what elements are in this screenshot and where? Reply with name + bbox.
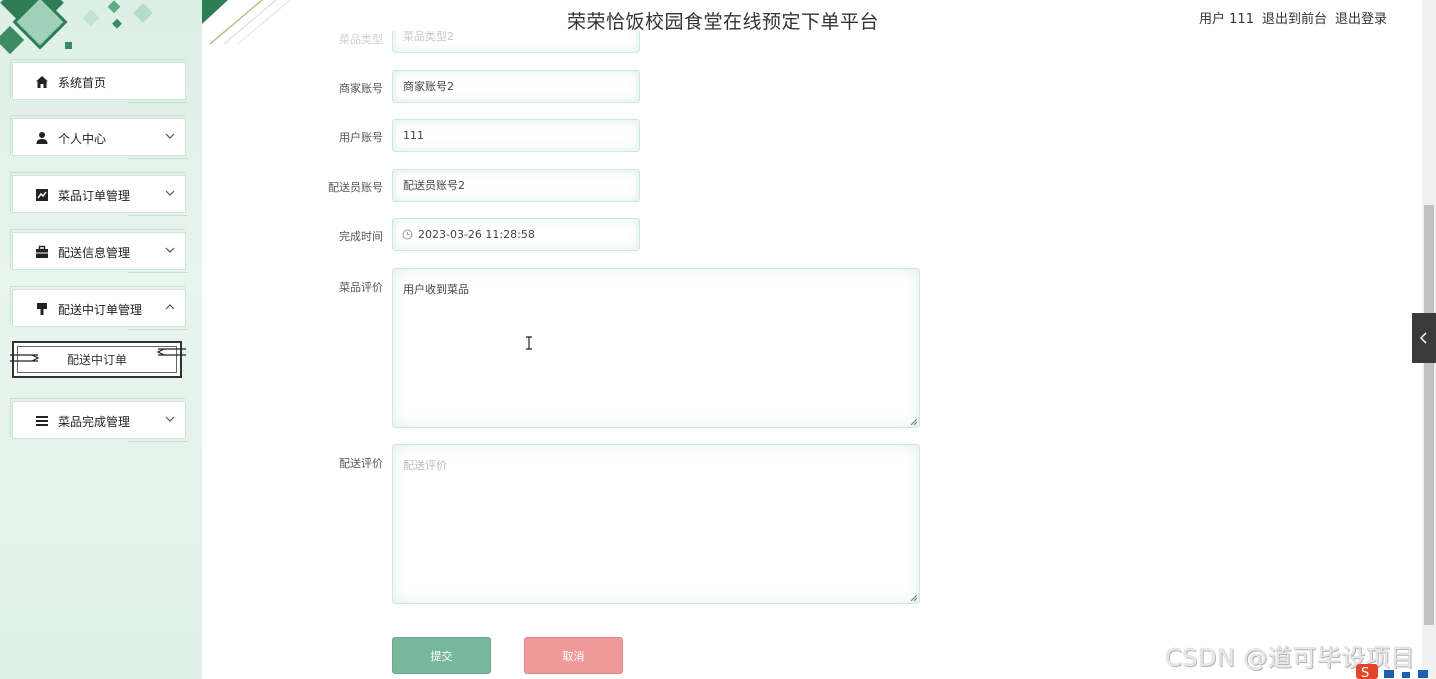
dish-type-label: 菜品类型 xyxy=(339,33,383,46)
sidebar-item-dish-orders[interactable]: 菜品订单管理 xyxy=(10,172,188,216)
page-title: 荣荣恰饭校园食堂在线预定下单平台 xyxy=(567,11,880,33)
chevron-up-icon xyxy=(165,304,175,310)
courier-label: 配送员账号 xyxy=(328,181,383,194)
sidebar-item-home[interactable]: 系统首页 xyxy=(10,59,188,103)
arrow-left-icon xyxy=(156,348,186,356)
dish-review-value: 用户收到菜品 xyxy=(403,283,469,296)
dish-type-value: 菜品类型2 xyxy=(403,30,454,43)
sidebar-subitem-delivering-orders[interactable]: 配送中订单 xyxy=(10,341,186,378)
chevron-down-icon xyxy=(165,416,175,422)
sidebar-item-label: 菜品订单管理 xyxy=(58,189,131,203)
sidebar-item-label: 配送信息管理 xyxy=(58,246,131,260)
dish-review-label: 菜品评价 xyxy=(339,281,383,294)
text-cursor-icon xyxy=(526,336,532,350)
scrollbar-thumb[interactable] xyxy=(1424,205,1434,625)
sidebar-item-label: 个人中心 xyxy=(58,132,107,146)
svg-text:S: S xyxy=(1361,666,1369,679)
sidebar-item-profile[interactable]: 个人中心 xyxy=(10,115,188,159)
logout-link[interactable]: 退出登录 xyxy=(1335,8,1387,27)
delivery-review-label: 配送评价 xyxy=(339,457,383,470)
sidebar-subitem-label: 配送中订单 xyxy=(66,353,127,367)
user-account-label: 用户账号 xyxy=(339,131,383,144)
user-label: 用户 111 xyxy=(1199,12,1254,27)
sidebar-item-label: 配送中订单管理 xyxy=(58,303,143,317)
clock-icon xyxy=(402,229,413,240)
merchant-field[interactable]: 商家账号2 xyxy=(392,70,640,103)
user-account-value: 111 xyxy=(403,129,424,142)
arrow-right-icon xyxy=(10,354,40,362)
sidebar-item-label: 菜品完成管理 xyxy=(58,415,131,429)
input-method-icon: S xyxy=(1356,664,1428,679)
header-user-area: 用户 111 退出到前台 退出登录 xyxy=(1199,8,1387,27)
cancel-button[interactable]: 取消 xyxy=(524,637,623,674)
finish-time-label: 完成时间 xyxy=(339,230,383,243)
courier-field[interactable]: 配送员账号2 xyxy=(392,169,640,202)
sidebar-item-dish-complete[interactable]: 菜品完成管理 xyxy=(10,398,188,442)
collapse-side-tab[interactable] xyxy=(1412,313,1436,363)
sidebar-item-delivery-info[interactable]: 配送信息管理 xyxy=(10,229,188,273)
user-account-field[interactable]: 111 xyxy=(392,119,640,152)
merchant-label: 商家账号 xyxy=(339,82,383,95)
exit-to-front-link[interactable]: 退出到前台 xyxy=(1262,8,1327,27)
sidebar: 系统首页 个人中心 菜品订单管理 配送信息管理 配送中订单管理 配送中订单 菜品… xyxy=(0,0,202,679)
resize-handle-icon[interactable] xyxy=(910,594,917,601)
stamp-icon xyxy=(37,303,47,315)
finish-time-value: 2023-03-26 11:28:58 xyxy=(418,228,535,241)
finish-time-field[interactable]: 2023-03-26 11:28:58 xyxy=(392,218,640,251)
user-icon xyxy=(36,132,48,144)
list-icon xyxy=(36,416,48,426)
sidebar-item-label: 系统首页 xyxy=(58,76,107,90)
courier-value: 配送员账号2 xyxy=(403,179,465,192)
delivery-review-placeholder: 配送评价 xyxy=(403,459,447,472)
chevron-left-icon xyxy=(1419,332,1427,344)
chevron-down-icon xyxy=(165,190,175,196)
delivery-review-textarea[interactable]: 配送评价 xyxy=(392,444,920,604)
dish-review-textarea[interactable]: 用户收到菜品 xyxy=(392,268,920,428)
sidebar-decoration xyxy=(0,0,153,55)
chevron-down-icon xyxy=(165,133,175,139)
submit-button[interactable]: 提交 xyxy=(392,637,491,674)
home-icon xyxy=(36,76,48,88)
sidebar-item-delivering-orders[interactable]: 配送中订单管理 xyxy=(10,286,188,330)
chart-icon xyxy=(36,189,48,201)
resize-handle-icon[interactable] xyxy=(910,418,917,425)
merchant-value: 商家账号2 xyxy=(403,80,454,93)
briefcase-icon xyxy=(36,245,48,258)
chevron-down-icon xyxy=(165,247,175,253)
